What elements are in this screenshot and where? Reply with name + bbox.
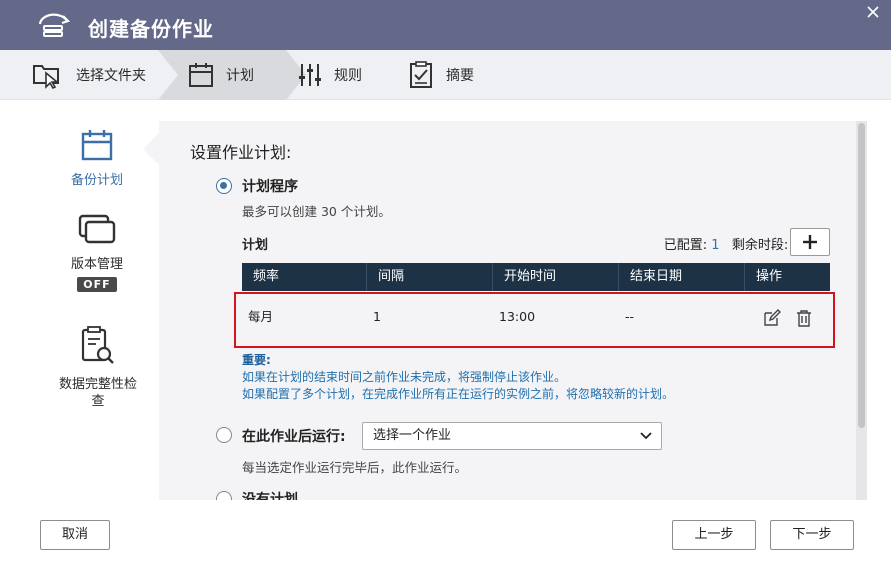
configured-count: 1 [711,238,720,253]
scheduler-note: 最多可以创建 30 个计划。 [242,204,391,219]
remaining-label: 剩余时段: [731,238,789,253]
plan-label: 计划 [242,238,269,253]
step-label: 规则 [334,68,362,84]
nav-label: 数据完整性检查 [58,377,137,409]
column-header: 结束日期 [619,263,745,291]
step-label: 选择文件夹 [76,68,146,84]
radio-run-after-job[interactable] [216,427,232,443]
nav-backup-schedule[interactable]: 备份计划 [62,128,132,189]
radio-no-schedule[interactable] [216,491,232,500]
step-divider [158,50,178,100]
step-rules[interactable]: 规则 [298,50,362,100]
step-schedule[interactable]: 计划 [188,50,254,100]
step-select-folder[interactable]: 选择文件夹 [32,50,146,100]
row-highlight-box [234,292,835,348]
section-title: 设置作业计划: [190,143,292,162]
clipped-option: 没有计划 [159,486,856,500]
nav-versioning[interactable]: 版本管理 OFF [62,214,132,292]
step-label: 摘要 [446,68,474,84]
status-badge: OFF [77,277,117,292]
close-icon[interactable] [865,4,881,20]
option-label-no-schedule: 没有计划 [242,492,298,500]
folder-select-icon [33,65,60,89]
window-title: 创建备份作业 [88,17,214,41]
backup-app-icon [38,13,71,37]
column-header: 操作 [756,269,783,284]
step-label: 计划 [226,68,254,84]
calendar-icon [189,63,213,87]
sliders-icon [299,64,321,86]
document-search-icon [81,326,114,364]
important-line: 如果在计划的结束时间之前作业未完成，将强制停止该作业。 [242,370,567,384]
add-schedule-button[interactable] [790,228,830,256]
important-line: 如果配置了多个计划，在完成作业所有正在运行的实例之前，将忽略较新的计划。 [242,387,675,401]
column-header: 间隔 [367,263,493,291]
plus-icon [803,235,817,249]
radio-scheduler[interactable] [216,178,232,194]
nav-label: 备份计划 [70,173,123,188]
panel-pointer [143,133,159,165]
column-header: 频率 [242,263,367,291]
job-select[interactable]: 选择一个作业 [362,422,662,450]
chevron-down-icon [640,432,652,440]
versions-icon [78,214,116,244]
option-label-scheduler: 计划程序 [242,179,298,195]
nav-label: 版本管理 [70,257,123,272]
step-summary[interactable]: 摘要 [408,50,474,100]
title-bar: 创建备份作业 [0,0,891,50]
scrollbar-thumb[interactable] [858,123,865,428]
back-button[interactable]: 上一步 [672,520,756,550]
clipboard-icon [410,61,432,88]
important-notice: 重要: 如果在计划的结束时间之前作业未完成，将强制停止该作业。 如果配置了多个计… [242,352,674,403]
configured-label: 已配置: [663,238,708,253]
nav-integrity-check[interactable]: 数据完整性检查 [55,326,141,410]
calendar-icon [81,130,113,161]
next-button[interactable]: 下一步 [770,520,854,550]
scrollbar[interactable] [856,121,867,500]
run-after-note: 每当选定作业运行完毕后，此作业运行。 [242,460,468,475]
wizard-steps: 选择文件夹 计划 规则 摘要 [0,50,891,100]
select-value: 选择一个作业 [373,428,452,443]
plan-stats: 已配置: 1 剩余时段: 29 [664,234,809,253]
cancel-button[interactable]: 取消 [40,520,110,550]
table-header: 频率 间隔 开始时间 结束日期 操作 [242,263,830,291]
option-label-run-after: 在此作业后运行: [242,429,346,445]
important-heading: 重要: [242,353,271,367]
column-header: 开始时间 [493,263,619,291]
